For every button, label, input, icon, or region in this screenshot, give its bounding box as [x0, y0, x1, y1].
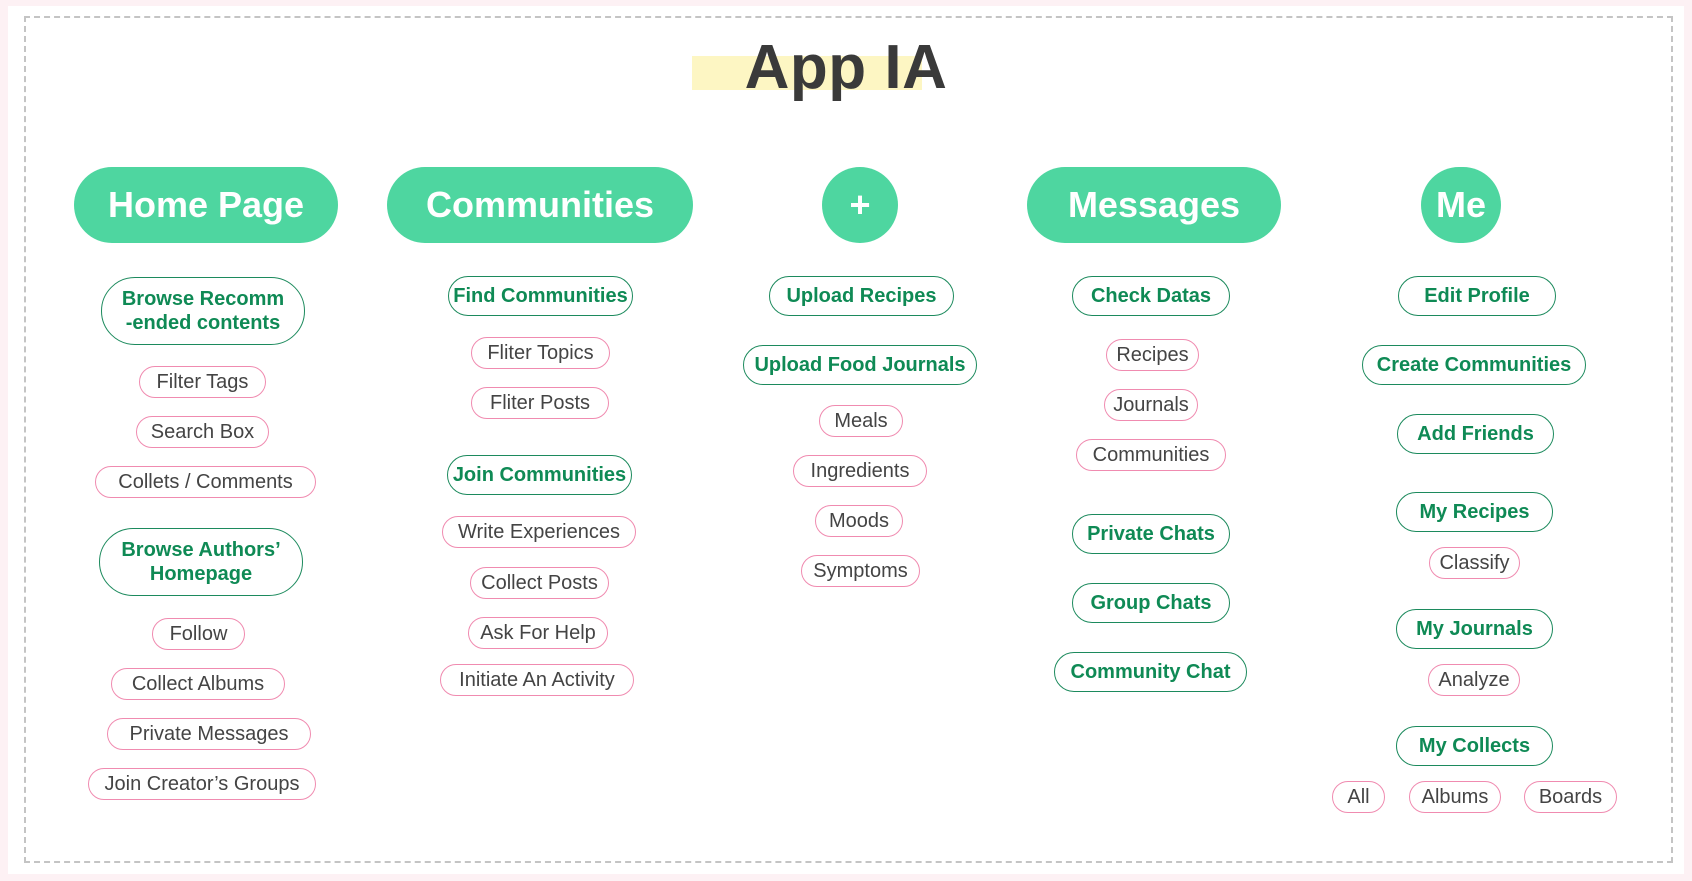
header-home-page[interactable]: Home Page	[74, 167, 338, 243]
node-write-experiences[interactable]: Write Experiences	[442, 516, 636, 548]
header-messages[interactable]: Messages	[1027, 167, 1281, 243]
header-plus[interactable]: +	[822, 167, 898, 243]
node-my-recipes[interactable]: My Recipes	[1396, 492, 1553, 532]
diagram-title: App IA	[744, 33, 948, 102]
node-filter-tags[interactable]: Filter Tags	[139, 366, 266, 398]
node-my-journals[interactable]: My Journals	[1396, 609, 1553, 649]
node-search-box[interactable]: Search Box	[136, 416, 269, 448]
node-ingredients[interactable]: Ingredients	[793, 455, 927, 487]
node-analyze[interactable]: Analyze	[1428, 664, 1520, 696]
node-collect-posts[interactable]: Collect Posts	[470, 567, 609, 599]
node-meals[interactable]: Meals	[819, 405, 903, 437]
node-my-collects[interactable]: My Collects	[1396, 726, 1553, 766]
node-upload-food-journals[interactable]: Upload Food Journals	[743, 345, 977, 385]
node-browse-recommended[interactable]: Browse Recomm -ended contents	[101, 277, 305, 345]
node-fliter-posts[interactable]: Fliter Posts	[471, 387, 609, 419]
node-initiate-activity[interactable]: Initiate An Activity	[440, 664, 634, 696]
node-collect-albums[interactable]: Collect Albums	[111, 668, 285, 700]
node-all[interactable]: All	[1332, 781, 1385, 813]
node-albums[interactable]: Albums	[1409, 781, 1501, 813]
header-me[interactable]: Me	[1421, 167, 1501, 243]
node-boards[interactable]: Boards	[1524, 781, 1617, 813]
node-ask-for-help[interactable]: Ask For Help	[468, 617, 608, 649]
node-join-creators-groups[interactable]: Join Creator’s Groups	[88, 768, 316, 800]
node-join-communities[interactable]: Join Communities	[447, 455, 632, 495]
node-recipes[interactable]: Recipes	[1106, 339, 1199, 371]
node-journals[interactable]: Journals	[1104, 389, 1198, 421]
node-collets-comments[interactable]: Collets / Comments	[95, 466, 316, 498]
node-symptoms[interactable]: Symptoms	[801, 555, 920, 587]
node-private-chats[interactable]: Private Chats	[1072, 514, 1230, 554]
node-check-datas[interactable]: Check Datas	[1072, 276, 1230, 316]
node-group-chats[interactable]: Group Chats	[1072, 583, 1230, 623]
node-fliter-topics[interactable]: Fliter Topics	[471, 337, 610, 369]
header-communities[interactable]: Communities	[387, 167, 693, 243]
node-upload-recipes[interactable]: Upload Recipes	[769, 276, 954, 316]
node-browse-authors[interactable]: Browse Authors’ Homepage	[99, 528, 303, 596]
node-community-chat[interactable]: Community Chat	[1054, 652, 1247, 692]
node-follow[interactable]: Follow	[152, 618, 245, 650]
node-edit-profile[interactable]: Edit Profile	[1398, 276, 1556, 316]
node-find-communities[interactable]: Find Communities	[448, 276, 633, 316]
node-moods[interactable]: Moods	[815, 505, 903, 537]
node-communities[interactable]: Communities	[1076, 439, 1226, 471]
node-classify[interactable]: Classify	[1429, 547, 1520, 579]
node-add-friends[interactable]: Add Friends	[1397, 414, 1554, 454]
node-create-communities[interactable]: Create Communities	[1362, 345, 1586, 385]
node-private-messages[interactable]: Private Messages	[107, 718, 311, 750]
